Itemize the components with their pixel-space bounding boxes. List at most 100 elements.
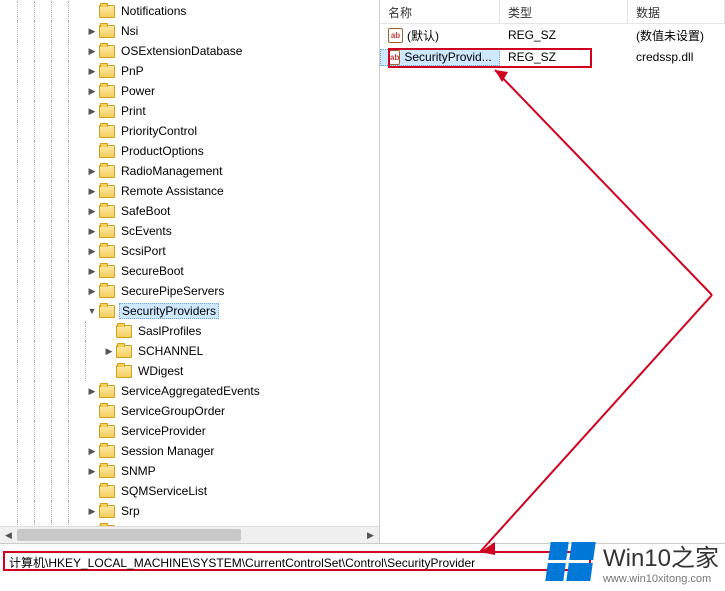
tree-item[interactable]: ▶Nsi [0, 21, 379, 41]
expand-icon[interactable]: ▶ [85, 244, 99, 258]
tree-item-label: SaslProfiles [136, 324, 203, 338]
tree-item[interactable]: ▶Print [0, 101, 379, 121]
registry-value-list[interactable]: 名称 类型 数据 ab(默认)REG_SZ(数值未设置)abSecurityPr… [380, 0, 725, 543]
tree-item-label: Srp [119, 504, 142, 518]
tree-item[interactable]: ▶ServiceGroupOrder [0, 401, 379, 421]
tree-item[interactable]: ▶Notifications [0, 1, 379, 21]
tree-item-label: ScEvents [119, 224, 174, 238]
tree-item-label: PriorityControl [119, 124, 199, 138]
expand-icon[interactable]: ▶ [85, 164, 99, 178]
tree-item-label: Session Manager [119, 444, 216, 458]
folder-icon [99, 145, 115, 158]
expand-icon[interactable]: ▶ [85, 264, 99, 278]
folder-icon [99, 445, 115, 458]
string-value-icon: ab [389, 50, 400, 65]
folder-icon [99, 285, 115, 298]
folder-icon [116, 345, 132, 358]
tree-item[interactable]: ▶ScsiPort [0, 241, 379, 261]
tree-item[interactable]: ▶ServiceAggregatedEvents [0, 381, 379, 401]
expand-icon[interactable]: ▶ [85, 444, 99, 458]
tree-item[interactable]: ▶SCHANNEL [0, 341, 379, 361]
tree-item[interactable]: ▼ SecurityProviders [0, 301, 379, 321]
folder-icon [99, 465, 115, 478]
tree-item-label: OSExtensionDatabase [119, 44, 244, 58]
expand-icon[interactable]: ▶ [85, 504, 99, 518]
tree-item[interactable]: ▶SNMP [0, 461, 379, 481]
tree-item-label: Notifications [119, 4, 188, 18]
scroll-track[interactable] [17, 527, 362, 543]
value-data-cell: credssp.dll [628, 50, 725, 64]
scroll-thumb[interactable] [17, 529, 241, 541]
windows-logo-icon [545, 542, 595, 581]
tree-item[interactable]: ▶SaslProfiles [0, 321, 379, 341]
folder-icon [99, 105, 115, 118]
column-header-data[interactable]: 数据 [628, 0, 725, 23]
folder-icon [99, 185, 115, 198]
tree-item-label: SecureBoot [119, 264, 186, 278]
tree-item[interactable]: ▶ Session Manager [0, 441, 379, 461]
folder-icon [99, 425, 115, 438]
expand-icon[interactable]: ▶ [85, 84, 99, 98]
tree-item[interactable]: ▶ SecureBoot [0, 261, 379, 281]
horizontal-scrollbar[interactable]: ◀ ▶ [0, 526, 379, 543]
tree-item[interactable]: ▶SecurePipeServers [0, 281, 379, 301]
value-name-cell: abSecurityProvid... [380, 49, 500, 66]
expand-icon[interactable]: ▶ [85, 224, 99, 238]
tree-item-label: Remote Assistance [119, 184, 226, 198]
folder-icon [99, 225, 115, 238]
tree-item[interactable]: ▶ SafeBoot [0, 201, 379, 221]
tree-item-label: SecurityProviders [119, 303, 219, 319]
tree-item[interactable]: ▶ OSExtensionDatabase [0, 41, 379, 61]
folder-icon [99, 505, 115, 518]
expand-icon[interactable]: ▶ [85, 184, 99, 198]
list-row[interactable]: abSecurityProvid...REG_SZcredssp.dll [380, 46, 725, 68]
expand-icon[interactable]: ▶ [85, 44, 99, 58]
value-type-cell: REG_SZ [500, 50, 628, 64]
value-type-cell: REG_SZ [500, 28, 628, 42]
expand-icon[interactable]: ▶ [85, 104, 99, 118]
column-header-type[interactable]: 类型 [500, 0, 628, 23]
tree-item[interactable]: ▶SQMServiceList [0, 481, 379, 501]
folder-icon [99, 125, 115, 138]
tree-item[interactable]: ▶ ScEvents [0, 221, 379, 241]
expand-icon[interactable]: ▶ [85, 204, 99, 218]
tree-item[interactable]: ▶PnP [0, 61, 379, 81]
folder-icon [116, 365, 132, 378]
folder-icon [99, 85, 115, 98]
string-value-icon: ab [388, 28, 403, 43]
expand-icon[interactable]: ▶ [85, 64, 99, 78]
list-row[interactable]: ab(默认)REG_SZ(数值未设置) [380, 24, 725, 46]
tree-item[interactable]: ▶ Remote Assistance [0, 181, 379, 201]
tree-item-label: ServiceGroupOrder [119, 404, 227, 418]
folder-icon [99, 5, 115, 18]
expand-icon[interactable]: ▶ [85, 24, 99, 38]
tree-item-label: RadioManagement [119, 164, 224, 178]
expand-icon[interactable]: ▶ [85, 464, 99, 478]
tree-item-label: SQMServiceList [119, 484, 209, 498]
list-header: 名称 类型 数据 [380, 0, 725, 24]
folder-icon [99, 45, 115, 58]
folder-icon [99, 245, 115, 258]
column-header-name[interactable]: 名称 [380, 0, 500, 23]
address-bar[interactable]: 计算机\HKEY_LOCAL_MACHINE\SYSTEM\CurrentCon… [3, 551, 591, 571]
scroll-left-button[interactable]: ◀ [0, 527, 17, 543]
watermark-url: www.win10xitong.com [603, 573, 719, 585]
tree-item[interactable]: ▶WDigest [0, 361, 379, 381]
registry-tree-pane[interactable]: ▶Notifications▶Nsi▶OSExtensionDatabase▶P… [0, 0, 380, 543]
expand-icon[interactable]: ▶ [85, 384, 99, 398]
folder-icon [99, 405, 115, 418]
scroll-right-button[interactable]: ▶ [362, 527, 379, 543]
tree-item-label: SafeBoot [119, 204, 172, 218]
expand-icon[interactable]: ▶ [85, 284, 99, 298]
expand-icon[interactable]: ▶ [102, 344, 116, 358]
collapse-icon[interactable]: ▼ [85, 304, 99, 318]
watermark: Win10之家 www.win10xitong.com [548, 538, 719, 585]
tree-item[interactable]: ▶ProductOptions [0, 141, 379, 161]
folder-icon [99, 205, 115, 218]
tree-item[interactable]: ▶ RadioManagement [0, 161, 379, 181]
watermark-brand: Win10之家 [603, 538, 719, 573]
tree-item[interactable]: ▶PriorityControl [0, 121, 379, 141]
tree-item[interactable]: ▶Power [0, 81, 379, 101]
tree-item[interactable]: ▶ServiceProvider [0, 421, 379, 441]
tree-item[interactable]: ▶ Srp [0, 501, 379, 521]
